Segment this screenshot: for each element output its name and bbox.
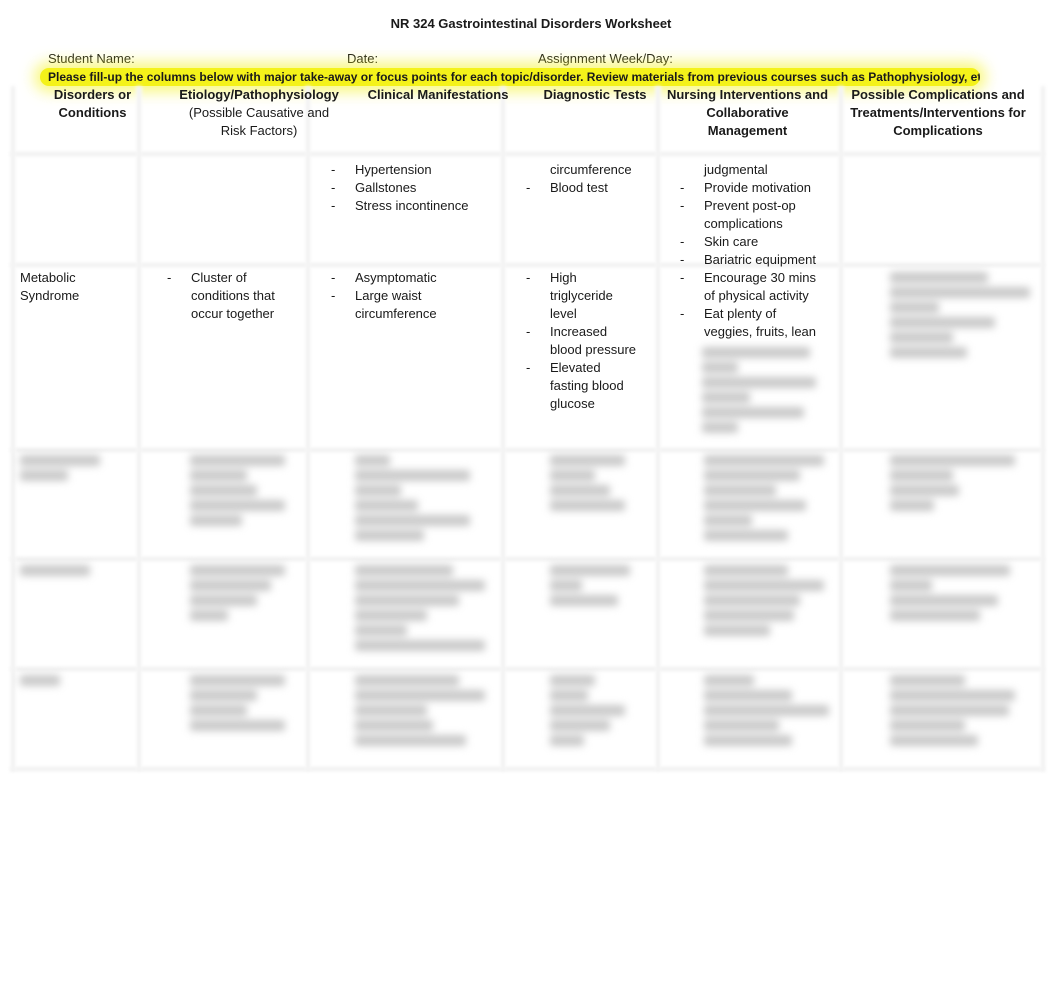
assignment-label: Assignment Week/Day: xyxy=(538,51,673,66)
blurred-text xyxy=(20,672,60,690)
list-item-continued: circumference xyxy=(550,162,632,177)
blurred-text xyxy=(890,672,1015,750)
cell-diagnostic-tests: High triglyceride level Increased blood … xyxy=(526,269,636,413)
list-item: Eat plenty of xyxy=(680,305,816,323)
cell-nursing-interventions: Encourage 30 mins of physical activity E… xyxy=(680,269,816,341)
list-item: Provide motivation xyxy=(680,179,816,197)
document-title: NR 324 Gastrointestinal Disorders Worksh… xyxy=(390,16,672,31)
blurred-text xyxy=(550,562,630,610)
blurred-text xyxy=(550,452,625,515)
disorder-name: Metabolic xyxy=(20,270,76,285)
header-subtitle: Risk Factors) xyxy=(220,123,298,138)
blurred-text xyxy=(550,672,625,750)
header-line: Diagnostic Tests xyxy=(543,87,647,102)
blurred-text xyxy=(20,562,90,580)
worksheet-table: Disorders or Conditions Etiology/Pathoph… xyxy=(10,86,1046,772)
list-item-continued: veggies, fruits, lean xyxy=(704,324,817,339)
col-divider xyxy=(136,86,142,771)
header-line: Etiology/Pathophysiology xyxy=(179,87,339,102)
list-item-continued: fasting blood xyxy=(550,378,624,393)
disorder-name: Syndrome xyxy=(20,288,80,303)
col-divider xyxy=(1040,86,1046,771)
header-line: Clinical Manifestations xyxy=(367,87,509,102)
cell-clinical-manifestations: Asymptomatic Large waist circumference xyxy=(331,269,437,323)
row-divider xyxy=(10,766,1045,772)
blurred-text xyxy=(190,672,285,735)
blurred-text xyxy=(190,452,285,530)
cell-nursing-interventions: judgmental Provide motivation Prevent po… xyxy=(680,161,816,269)
header-line: Management xyxy=(707,123,788,138)
list-item: Elevated xyxy=(526,359,636,377)
cell-clinical-manifestations: Hypertension Gallstones Stress incontine… xyxy=(331,161,468,215)
blurred-text xyxy=(704,452,824,545)
blurred-text xyxy=(20,452,100,485)
header-line: Treatments/Interventions for xyxy=(850,105,1026,120)
header-complications: Possible Complications and Treatments/In… xyxy=(842,86,1034,140)
blurred-text xyxy=(890,452,1015,515)
header-nursing-interventions: Nursing Interventions and Collaborative … xyxy=(660,86,835,140)
list-item-continued: level xyxy=(550,306,577,321)
list-item: Encourage 30 mins xyxy=(680,269,816,287)
blurred-text xyxy=(355,672,485,750)
list-item-continued: judgmental xyxy=(704,162,768,177)
list-item: Hypertension xyxy=(331,161,468,179)
row-divider xyxy=(10,151,1045,157)
list-item-continued: of physical activity xyxy=(704,288,809,303)
blurred-text xyxy=(704,562,824,640)
list-item: Skin care xyxy=(680,233,816,251)
list-item: Bariatric equipment xyxy=(680,251,816,269)
list-item: High xyxy=(526,269,636,287)
header-line: Conditions xyxy=(58,105,127,120)
header-diagnostic-tests: Diagnostic Tests xyxy=(530,86,660,104)
list-item: Cluster of xyxy=(167,269,275,287)
cell-etiology: Cluster of conditions that occur togethe… xyxy=(167,269,275,323)
list-item-continued: occur together xyxy=(191,306,275,321)
list-item-continued: conditions that xyxy=(191,288,275,303)
list-item-continued: circumference xyxy=(355,306,437,321)
blurred-text xyxy=(355,452,470,545)
blurred-text xyxy=(890,269,1030,362)
col-divider xyxy=(305,86,311,771)
col-divider xyxy=(655,86,661,771)
cell-disorder-metabolic-syndrome: Metabolic Syndrome xyxy=(20,269,79,305)
list-item: Increased xyxy=(526,323,636,341)
blurred-text xyxy=(190,562,285,625)
row-divider xyxy=(10,262,1045,268)
header-etiology: Etiology/Pathophysiology (Possible Causa… xyxy=(170,86,348,140)
header-line: Complications xyxy=(893,123,983,138)
list-item-continued: blood pressure xyxy=(550,342,636,357)
blurred-text xyxy=(890,562,1010,625)
cell-diagnostic-tests: circumference Blood test xyxy=(526,161,632,197)
header-line: Disorders or xyxy=(53,87,132,102)
date-label: Date: xyxy=(347,51,379,66)
blurred-text xyxy=(704,672,829,750)
blurred-text xyxy=(355,562,485,655)
blurred-text xyxy=(702,344,822,437)
header-line: Collaborative xyxy=(706,105,789,120)
list-item: Large waist xyxy=(331,287,437,305)
list-item-continued: glucose xyxy=(550,396,595,411)
list-item: Stress incontinence xyxy=(331,197,468,215)
instructions-highlight: Please fill-up the columns below with ma… xyxy=(40,68,980,86)
list-item: Blood test xyxy=(526,179,632,197)
header-clinical-manifestations: Clinical Manifestations xyxy=(355,86,521,104)
header-line: Possible Complications and xyxy=(851,87,1025,102)
list-item: Prevent post-op xyxy=(680,197,816,215)
header-line: Nursing Interventions and xyxy=(666,87,829,102)
col-divider xyxy=(500,86,506,771)
list-item: Gallstones xyxy=(331,179,468,197)
list-item: Asymptomatic xyxy=(331,269,437,287)
student-name-label: Student Name: xyxy=(48,51,135,66)
col-divider xyxy=(10,86,16,771)
header-disorders: Disorders or Conditions xyxy=(10,86,175,122)
list-item-continued: complications xyxy=(704,216,783,231)
col-divider xyxy=(838,86,844,771)
list-item-continued: triglyceride xyxy=(550,288,613,303)
header-subtitle: (Possible Causative and xyxy=(188,105,330,120)
